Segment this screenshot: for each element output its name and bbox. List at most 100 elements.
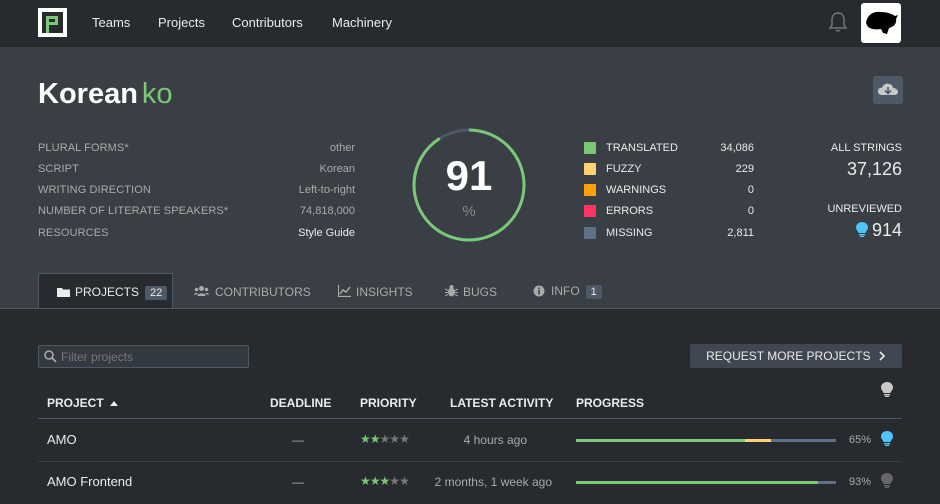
progress-bar-fuzzy xyxy=(745,439,771,442)
download-button[interactable] xyxy=(873,76,903,104)
star-empty-icon: ★ xyxy=(399,474,410,488)
star-filled-icon: ★ xyxy=(379,474,391,488)
column-header-priority[interactable]: Priority xyxy=(360,396,417,410)
star-empty-icon: ★ xyxy=(389,432,400,446)
legend-warnings[interactable]: Warnings 0 xyxy=(584,181,754,199)
legend-swatch xyxy=(584,142,596,154)
legend-value: 34,086 xyxy=(720,142,754,154)
progress-bar-translated xyxy=(576,481,818,484)
project-filter[interactable] xyxy=(38,345,249,368)
locale-title: Korean ko xyxy=(38,78,173,111)
users-icon xyxy=(194,286,209,296)
meta-label: Plural forms* xyxy=(38,142,129,154)
star-filled-icon: ★ xyxy=(360,474,371,488)
meta-value: 74,818,000 xyxy=(299,205,355,217)
star-empty-icon: ★ xyxy=(399,432,410,446)
legend-label: Translated xyxy=(606,142,678,154)
progress-bar[interactable] xyxy=(576,481,836,484)
meta-plural-forms: Plural forms* other xyxy=(38,139,355,157)
locale-code: ko xyxy=(141,78,173,110)
star-filled-icon: ★ xyxy=(360,432,371,446)
nav-contributors-link[interactable]: Contributors xyxy=(232,15,303,30)
bug-icon xyxy=(445,285,458,297)
unreviewed-value[interactable]: 914 xyxy=(855,220,902,241)
top-navigation: Teams Projects Contributors Machinery xyxy=(0,0,940,47)
unreviewed-label: Unreviewed xyxy=(827,203,902,215)
tab-projects-label: Projects 22 xyxy=(75,285,168,300)
legend-fuzzy[interactable]: Fuzzy 229 xyxy=(584,160,754,178)
tab-divider xyxy=(0,308,940,309)
nav-projects-link[interactable]: Projects xyxy=(158,15,205,30)
cloud-download-icon xyxy=(878,83,898,95)
tab-bugs[interactable]: Bugs xyxy=(425,273,515,309)
column-header-latest-activity[interactable]: Latest activity xyxy=(450,396,553,410)
progress-bar[interactable] xyxy=(576,439,836,442)
unreviewed-lightbulb-icon[interactable] xyxy=(881,431,893,446)
latest-activity[interactable]: 2 months, 1 week ago xyxy=(435,475,552,489)
column-header-deadline[interactable]: Deadline xyxy=(270,396,331,410)
meta-label: Number of literate speakers* xyxy=(38,205,229,217)
nav-teams-link[interactable]: Teams xyxy=(92,15,130,30)
legend-label: Missing xyxy=(606,227,653,239)
legend-value: 0 xyxy=(747,205,754,217)
legend-swatch xyxy=(584,227,596,239)
legend-value: 2,811 xyxy=(727,227,754,239)
meta-label: Resources xyxy=(38,227,109,239)
sort-ascending-icon xyxy=(110,401,119,406)
legend-swatch xyxy=(584,205,596,217)
star-filled-icon: ★ xyxy=(369,432,381,446)
latest-activity[interactable]: 4 hours ago xyxy=(464,433,527,447)
nav-machinery-link[interactable]: Machinery xyxy=(332,15,392,30)
meta-label: Writing direction xyxy=(38,184,151,196)
tab-bugs-label: Bugs xyxy=(463,285,498,299)
tab-count-badge: 22 xyxy=(145,286,168,300)
column-header-progress[interactable]: Progress xyxy=(576,396,644,410)
star-filled-icon: ★ xyxy=(369,474,381,488)
tab-info[interactable]: Info 1 xyxy=(515,273,610,309)
legend-value: 229 xyxy=(735,163,754,175)
tab-label: Info xyxy=(551,284,580,298)
project-deadline: — xyxy=(292,475,304,489)
meta-writing-direction: Writing direction Left-to-right xyxy=(38,181,355,199)
unreviewed-lightbulb-icon[interactable] xyxy=(881,473,893,488)
project-deadline: — xyxy=(292,433,304,447)
meta-value: Korean xyxy=(319,163,355,175)
legend-value: 0 xyxy=(747,184,754,196)
row-divider xyxy=(38,461,902,462)
column-header-project[interactable]: Project xyxy=(47,396,119,410)
progress-bar-translated xyxy=(576,439,745,442)
tab-info-label: Info 1 xyxy=(551,284,602,299)
legend-label: Fuzzy xyxy=(606,163,642,175)
meta-resources: Resources Style Guide xyxy=(38,224,355,242)
all-strings-value[interactable]: 37,126 xyxy=(847,159,902,180)
legend-translated[interactable]: Translated 34,086 xyxy=(584,139,754,157)
progress-percent: 93% xyxy=(848,476,871,488)
legend-missing[interactable]: Missing 2,811 xyxy=(584,224,754,242)
legend-swatch xyxy=(584,184,596,196)
star-empty-icon: ★ xyxy=(389,474,400,488)
legend-swatch xyxy=(584,163,596,175)
info-icon xyxy=(533,285,545,297)
search-input[interactable] xyxy=(61,349,241,365)
style-guide-link[interactable]: Style Guide xyxy=(298,227,355,239)
header-label: Project xyxy=(47,396,104,410)
request-button-label: Request more projects xyxy=(706,349,871,363)
request-more-projects-button[interactable]: Request more projects xyxy=(690,344,902,368)
progress-percent: 65% xyxy=(848,434,871,446)
priority-stars: ★★★★★ xyxy=(360,432,410,446)
project-name-link[interactable]: AMO Frontend xyxy=(47,474,132,489)
legend-errors[interactable]: Errors 0 xyxy=(584,202,754,220)
tab-projects[interactable]: Projects 22 xyxy=(38,273,173,309)
priority-stars: ★★★★★ xyxy=(360,474,410,488)
meta-value: Left-to-right xyxy=(298,184,355,196)
tab-insights[interactable]: Insights xyxy=(318,273,423,309)
unreviewed-count: 914 xyxy=(871,220,902,240)
project-name-link[interactable]: AMO xyxy=(47,432,77,447)
tab-contributors[interactable]: Contributors xyxy=(174,273,314,309)
all-strings-label: All strings xyxy=(830,142,902,154)
meta-literate-speakers: Number of literate speakers* 74,818,000 xyxy=(38,202,355,220)
user-avatar[interactable] xyxy=(861,3,901,43)
pontoon-logo-icon[interactable] xyxy=(38,8,67,37)
locale-name: Korean xyxy=(38,78,138,110)
notifications-bell-icon[interactable] xyxy=(828,11,848,33)
